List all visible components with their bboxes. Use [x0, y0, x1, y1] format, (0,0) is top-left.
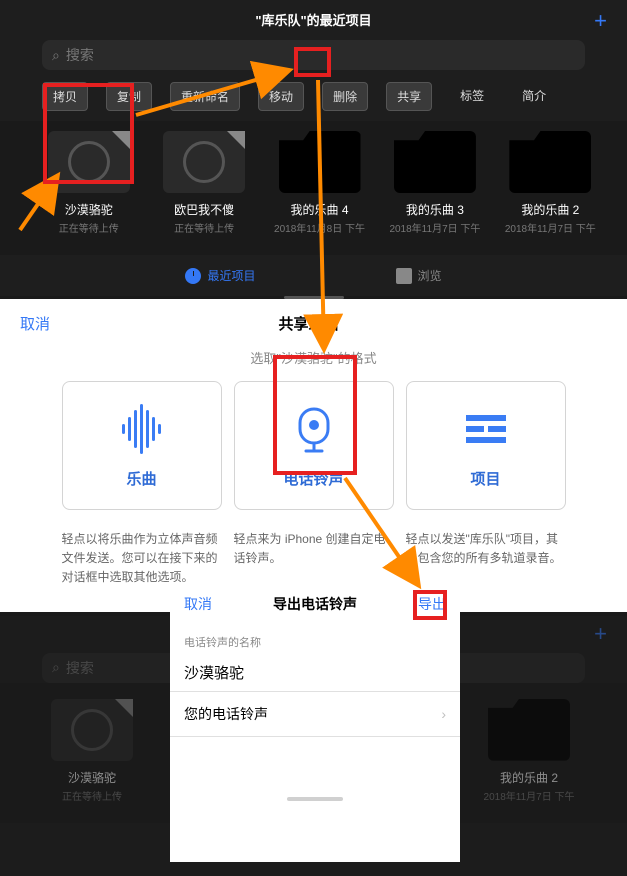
tab-browse-label: 浏览 — [418, 267, 442, 284]
project-item[interactable]: 沙漠骆驼正在等待上传 — [42, 699, 142, 803]
add-button[interactable]: + — [594, 8, 607, 34]
your-ringtones-label: 您的电话铃声 — [184, 704, 268, 724]
toolbar-标签[interactable]: 标签 — [450, 82, 494, 111]
card-label: 乐曲 — [73, 468, 211, 489]
card-description: 轻点来为 iPhone 创建自定电话铃声。 — [234, 530, 394, 588]
project-item[interactable]: 我的乐曲 3 2018年11月7日 下午 — [388, 131, 481, 235]
garageband-icon — [163, 131, 245, 193]
folder-icon — [509, 131, 591, 193]
share-card-电话铃声[interactable]: 电话铃声 — [234, 381, 394, 510]
search-placeholder: 搜索 — [66, 658, 94, 678]
project-subtitle: 2018年11月7日 下午 — [504, 220, 597, 235]
folder-icon — [396, 268, 412, 284]
export-button[interactable]: 导出 — [418, 594, 446, 614]
toolbar-复制[interactable]: 复制 — [106, 82, 152, 111]
your-ringtones-row[interactable]: 您的电话铃声 › — [170, 691, 460, 737]
card-description: 轻点以将乐曲作为立体声音频文件发送。您可以在接下来的对话框中选取其他选项。 — [62, 530, 222, 588]
export-sheet: 取消 导出电话铃声 导出 电话铃声的名称 沙漠骆驼 您的电话铃声 › — [170, 582, 460, 862]
project-name: 沙漠骆驼 — [42, 201, 135, 218]
clock-icon — [185, 268, 201, 284]
folder-icon — [394, 131, 476, 193]
project-name: 我的乐曲 3 — [388, 201, 481, 218]
tab-recent[interactable]: 最近项目 — [185, 267, 255, 284]
project-name: 我的乐曲 2 — [504, 201, 597, 218]
export-title: 导出电话铃声 — [273, 594, 357, 614]
project-name: 我的乐曲 2 — [479, 769, 579, 786]
garageband-icon — [51, 699, 133, 761]
project-item[interactable]: 沙漠骆驼正在等待上传 — [42, 131, 135, 235]
project-subtitle: 2018年11月8日 下午 — [273, 220, 366, 235]
search-input[interactable]: ⌕ 搜索 — [42, 40, 585, 70]
waveform-icon — [73, 404, 211, 454]
folder-icon — [488, 699, 570, 761]
cancel-button[interactable]: 取消 — [184, 594, 212, 614]
blocks-icon — [417, 404, 555, 454]
cancel-button[interactable]: 取消 — [20, 313, 50, 334]
page-title: "库乐队"的最近项目 — [255, 13, 371, 28]
project-item[interactable]: 我的乐曲 4 2018年11月8日 下午 — [273, 131, 366, 235]
card-label: 项目 — [417, 468, 555, 489]
project-name: 欧巴我不傻 — [157, 201, 250, 218]
project-name: 沙漠骆驼 — [42, 769, 142, 786]
toolbar-简介[interactable]: 简介 — [512, 82, 556, 111]
toolbar-拷贝[interactable]: 拷贝 — [42, 82, 88, 111]
add-button[interactable]: + — [594, 621, 607, 647]
card-label: 电话铃声 — [245, 468, 383, 489]
project-subtitle: 正在等待上传 — [42, 220, 135, 235]
share-card-项目[interactable]: 项目 — [406, 381, 566, 510]
project-item[interactable]: 我的乐曲 2 2018年11月7日 下午 — [504, 131, 597, 235]
share-card-乐曲[interactable]: 乐曲 — [62, 381, 222, 510]
folder-icon — [279, 131, 361, 193]
bell-icon — [245, 404, 383, 454]
share-title: 共享乐曲 — [279, 313, 339, 334]
toolbar-重新命名[interactable]: 重新命名 — [170, 82, 240, 111]
tab-browse[interactable]: 浏览 — [396, 267, 442, 284]
project-name: 我的乐曲 4 — [273, 201, 366, 218]
project-subtitle: 正在等待上传 — [42, 788, 142, 803]
ringtone-name-field[interactable]: 沙漠骆驼 — [170, 654, 460, 691]
share-subtitle: 选取"沙漠骆驼"的格式 — [0, 348, 627, 381]
toolbar-删除[interactable]: 删除 — [322, 82, 368, 111]
project-subtitle: 正在等待上传 — [157, 220, 250, 235]
project-subtitle: 2018年11月7日 下午 — [479, 788, 579, 803]
search-icon: ⌕ — [52, 47, 60, 64]
garageband-icon — [48, 131, 130, 193]
chevron-right-icon: › — [441, 706, 446, 722]
search-placeholder: 搜索 — [66, 45, 94, 65]
toolbar-共享[interactable]: 共享 — [386, 82, 432, 111]
section-label: 电话铃声的名称 — [170, 626, 460, 654]
project-subtitle: 2018年11月7日 下午 — [388, 220, 481, 235]
toolbar-移动[interactable]: 移动 — [258, 82, 304, 111]
tab-recent-label: 最近项目 — [207, 267, 255, 284]
project-item[interactable]: 我的乐曲 2 2018年11月7日 下午 — [479, 699, 579, 803]
project-item[interactable]: 欧巴我不傻正在等待上传 — [157, 131, 250, 235]
search-icon: ⌕ — [52, 659, 60, 676]
card-description: 轻点以发送"库乐队"项目，其中包含您的所有多轨道录音。 — [406, 530, 566, 588]
drag-handle[interactable] — [287, 797, 343, 801]
